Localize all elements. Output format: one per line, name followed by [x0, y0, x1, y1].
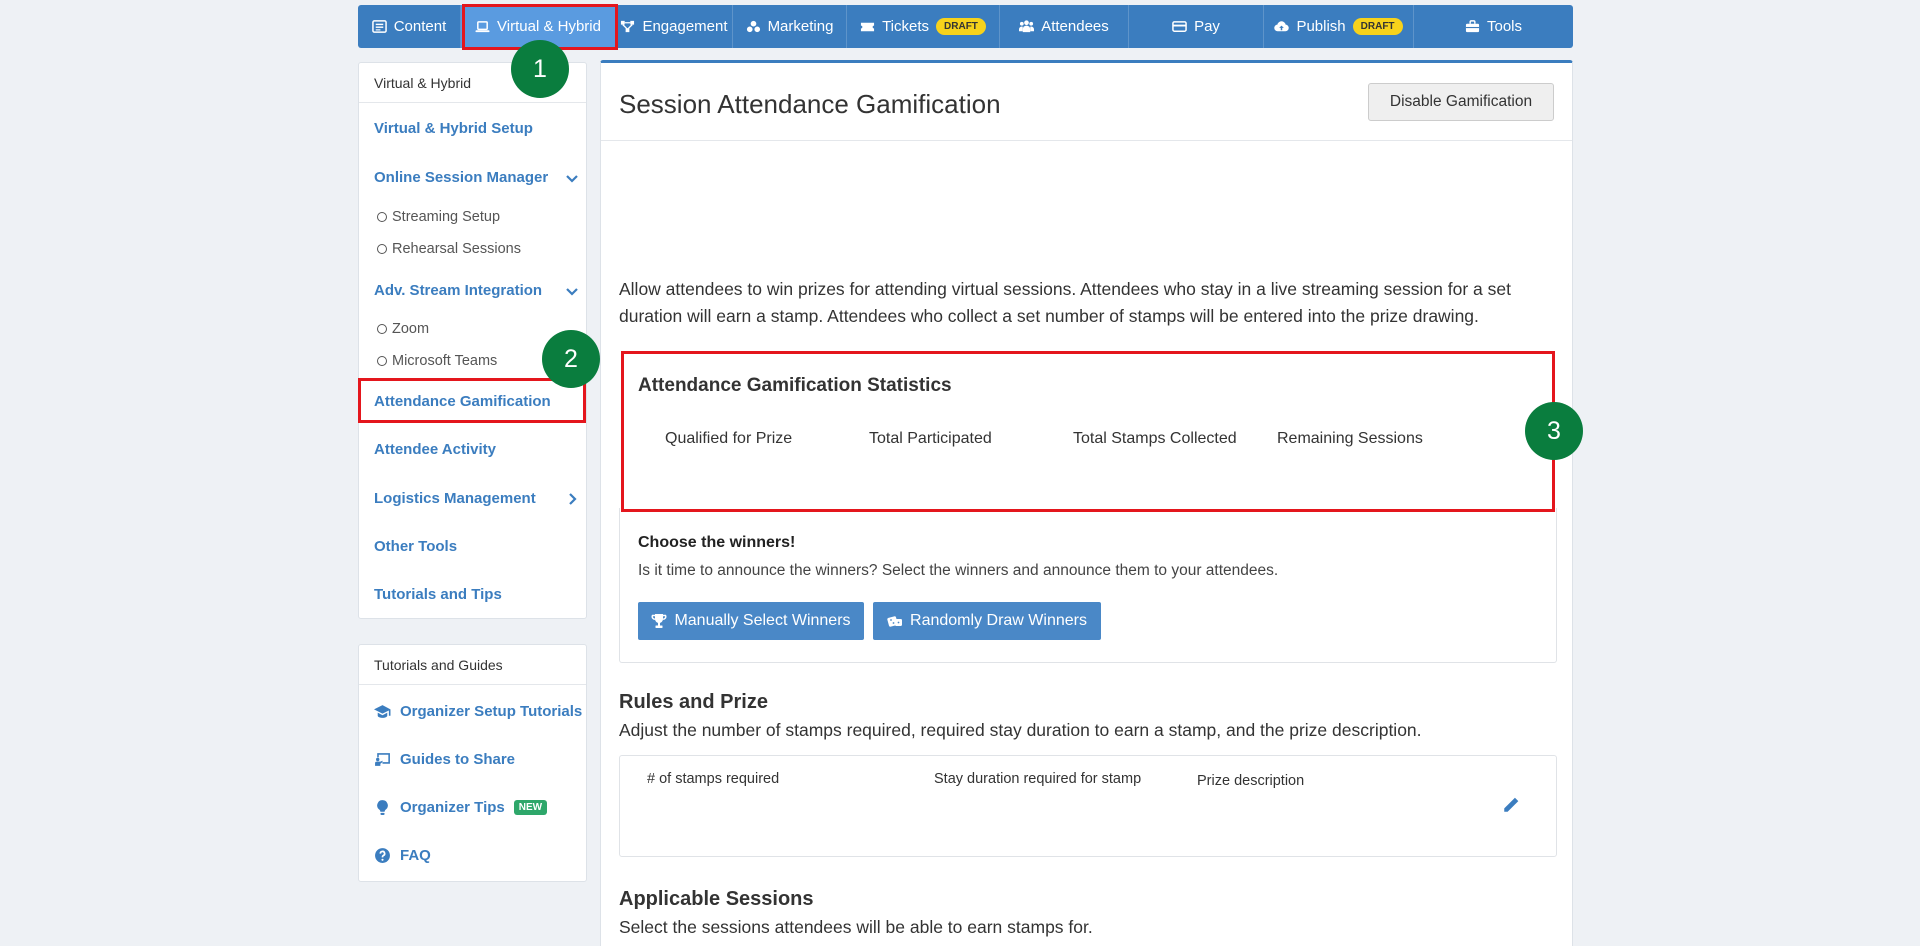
sidebar-item-label: Online Session Manager [374, 169, 549, 186]
list-icon [371, 20, 387, 33]
stat-total-participated: Total Participated [869, 430, 992, 447]
nav-content[interactable]: Content [358, 5, 461, 48]
new-badge: NEW [513, 800, 548, 815]
circle-icon [377, 212, 387, 222]
sidebar-item-zoom[interactable]: Zoom [377, 321, 429, 337]
toolbox-icon [1465, 20, 1480, 33]
chevron-down-icon[interactable] [565, 171, 579, 185]
button-label: Randomly Draw Winners [910, 612, 1087, 629]
sidebar-item-label: Rehearsal Sessions [392, 241, 521, 257]
pencil-icon[interactable] [1502, 796, 1520, 814]
sidebar-item-tutorials-and-tips[interactable]: Tutorials and Tips [374, 586, 502, 603]
people-icon [1019, 20, 1035, 33]
sidebar-item-virtual-hybrid-setup[interactable]: Virtual & Hybrid Setup [374, 120, 533, 137]
stat-qualified-for-prize: Qualified for Prize [665, 430, 793, 447]
card-icon [1172, 21, 1187, 32]
stats-title: Attendance Gamification Statistics [638, 375, 952, 396]
circle-icon [377, 356, 387, 366]
network-icon [621, 20, 635, 33]
sidebar-item-online-session-manager[interactable]: Online Session Manager [374, 169, 585, 186]
manually-select-winners-button[interactable]: Manually Select Winners [638, 602, 864, 640]
nav-label: Engagement [642, 18, 728, 35]
button-label: Manually Select Winners [674, 612, 851, 629]
winners-text: Is it time to announce the winners? Sele… [638, 562, 1279, 579]
nav-publish[interactable]: Publish DRAFT [1264, 5, 1414, 48]
lightbulb-icon [377, 800, 388, 815]
step-marker: 1 [511, 40, 569, 98]
chevron-down-icon[interactable] [565, 284, 579, 298]
tutorials-guides-panel: Tutorials and Guides Organizer Setup Tut… [358, 644, 587, 882]
randomly-draw-winners-button[interactable]: Randomly Draw Winners [873, 602, 1101, 640]
nav-label: Marketing [767, 18, 834, 35]
chevron-right-icon[interactable] [565, 492, 579, 506]
sidebar-item-label: Adv. Stream Integration [374, 282, 543, 299]
disable-gamification-button[interactable]: Disable Gamification [1368, 83, 1554, 121]
users-cog-icon [746, 20, 760, 33]
panel-header: Session Attendance Gamification Disable … [601, 63, 1572, 141]
draft-badge: DRAFT [1352, 18, 1403, 35]
rules-title: Rules and Prize [619, 691, 768, 713]
cloud-upload-icon [1274, 21, 1290, 32]
sidebar-item-streaming-setup[interactable]: Streaming Setup [377, 209, 500, 225]
sidebar-item-other-tools[interactable]: Other Tools [374, 538, 457, 555]
sidebar-item-organizer-tips[interactable]: Organizer Tips NEW [374, 799, 548, 816]
sidebar-item-label: Microsoft Teams [392, 353, 498, 369]
nav-tools[interactable]: Tools [1414, 5, 1573, 48]
applicable-sessions-title: Applicable Sessions [619, 888, 814, 910]
ticket-icon [861, 22, 875, 32]
rules-col-duration: Stay duration required for stamp [934, 771, 1142, 787]
nav-label: Content [393, 18, 447, 35]
sidebar-item-logistics-management[interactable]: Logistics Management [374, 490, 585, 507]
applicable-sessions-text: Select the sessions attendees will be ab… [619, 917, 1093, 937]
sidebar-item-label: Organizer Tips [400, 799, 505, 816]
sidebar-item-rehearsal-sessions[interactable]: Rehearsal Sessions [377, 241, 521, 257]
nav-label: Tools [1486, 18, 1523, 35]
step-marker: 2 [542, 330, 600, 388]
sidebar-item-organizer-setup-tutorials[interactable]: Organizer Setup Tutorials [374, 703, 582, 720]
rules-table: # of stamps required Stay duration requi… [619, 755, 1557, 857]
chalkboard-icon [375, 753, 390, 766]
page-title: Session Attendance Gamification [619, 89, 1001, 119]
sidebar-item-label: FAQ [400, 847, 431, 864]
winners-title: Choose the winners! [638, 534, 796, 551]
sidebar-item-label: Guides to Share [400, 751, 516, 768]
sidebar-item-label: Organizer Setup Tutorials [400, 703, 583, 720]
circle-icon [377, 244, 387, 254]
nav-attendees[interactable]: Attendees [1000, 5, 1129, 48]
nav-label: Pay [1194, 18, 1220, 35]
question-circle-icon [375, 848, 390, 863]
intro-text: Allow attendees to win prizes for attend… [619, 279, 1511, 326]
sidebar-header: Tutorials and Guides [359, 645, 586, 685]
sidebar-item-microsoft-teams[interactable]: Microsoft Teams [377, 353, 497, 369]
stat-total-stamps-collected: Total Stamps Collected [1073, 430, 1237, 447]
sidebar-item-label: Zoom [392, 321, 430, 337]
sidebar-item-guides-to-share[interactable]: Guides to Share [374, 751, 515, 768]
nav-marketing[interactable]: Marketing [733, 5, 847, 48]
rules-col-prize: Prize description [1197, 773, 1305, 789]
nav-engagement[interactable]: Engagement [616, 5, 733, 48]
nav-label: Publish [1296, 18, 1346, 35]
stat-remaining-sessions: Remaining Sessions [1277, 430, 1423, 447]
circle-icon [377, 324, 387, 334]
sidebar-item-faq[interactable]: FAQ [374, 847, 431, 864]
nav-label: Attendees [1041, 18, 1109, 35]
sidebar-item-label: Streaming Setup [392, 209, 501, 225]
sidebar-item-attendee-activity[interactable]: Attendee Activity [374, 441, 496, 458]
rules-text: Adjust the number of stamps required, re… [619, 720, 1422, 740]
sidebar-item-label: Logistics Management [374, 490, 536, 507]
nav-tickets[interactable]: Tickets DRAFT [847, 5, 1000, 48]
sidebar-item-attendance-gamification[interactable]: Attendance Gamification [374, 393, 551, 410]
laptop-icon [475, 21, 490, 33]
nav-label: Tickets [882, 18, 930, 35]
sidebar-item-adv-stream-integration[interactable]: Adv. Stream Integration [374, 282, 585, 299]
rules-col-stamps: # of stamps required [647, 771, 780, 787]
step-marker: 3 [1525, 402, 1583, 460]
nav-label: Virtual & Hybrid [497, 18, 601, 35]
trophy-icon [652, 614, 667, 628]
dice-icon [887, 616, 903, 627]
draft-badge: DRAFT [936, 18, 986, 35]
graduation-cap-icon [374, 705, 391, 718]
main-panel: Session Attendance Gamification Disable … [600, 60, 1573, 946]
nav-pay[interactable]: Pay [1129, 5, 1264, 48]
